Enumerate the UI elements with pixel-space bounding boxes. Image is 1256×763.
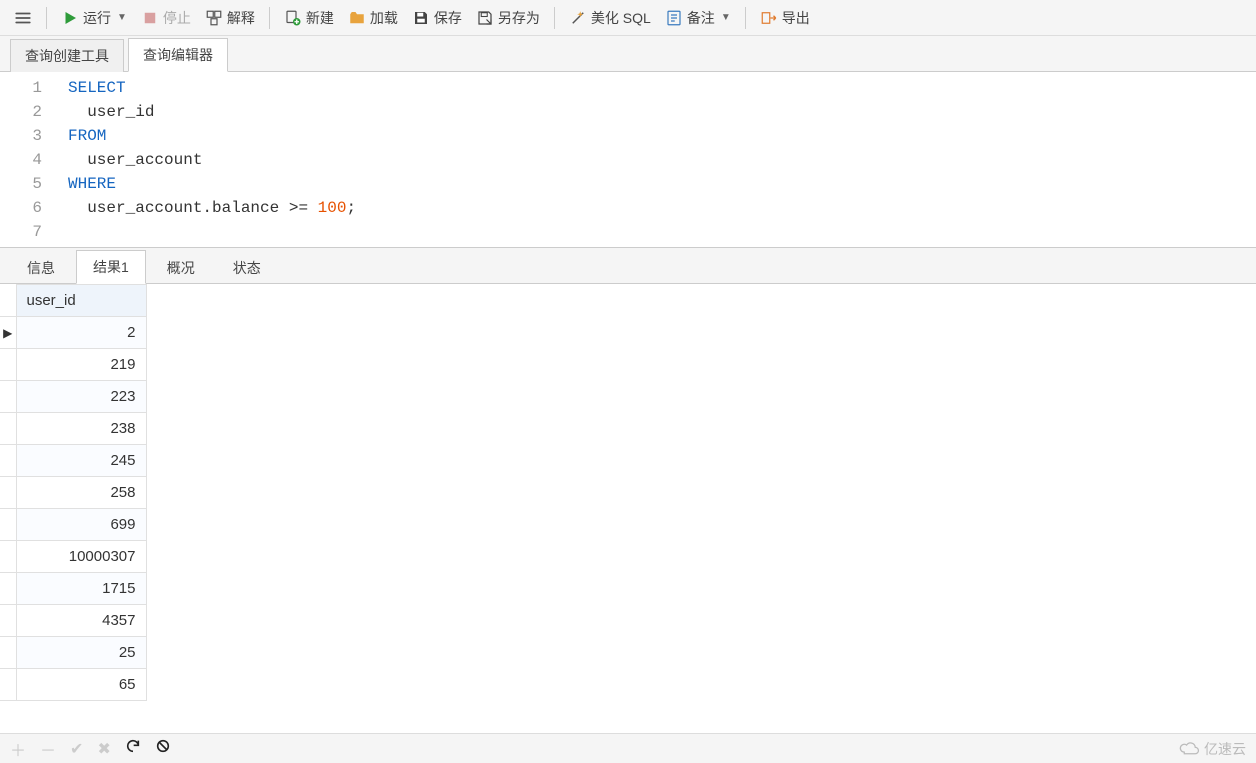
cell[interactable]: 1715 [16, 573, 146, 605]
row-indicator: ▶ [0, 317, 16, 349]
save-as-button[interactable]: 另存为 [470, 5, 546, 31]
stop-icon [141, 9, 159, 27]
run-button[interactable]: 运行 ▼ [55, 5, 133, 31]
cell[interactable]: 2 [16, 317, 146, 349]
cell[interactable]: 258 [16, 477, 146, 509]
delete-row-button: － [40, 737, 56, 761]
separator [46, 7, 47, 29]
notes-label: 备注 [687, 8, 715, 28]
sql-editor[interactable]: 1234567 SELECT user_id FROM user_account… [0, 72, 1256, 248]
result-tabs: 信息 结果1 概况 状态 [0, 248, 1256, 284]
separator [745, 7, 746, 29]
save-as-icon [476, 9, 494, 27]
dropdown-caret-icon: ▼ [721, 12, 731, 23]
row-indicator [0, 541, 16, 573]
table-row[interactable]: 258 [0, 477, 146, 509]
stop-label: 停止 [163, 8, 191, 28]
save-button[interactable]: 保存 [406, 5, 468, 31]
cell[interactable]: 10000307 [16, 541, 146, 573]
beautify-label: 美化 SQL [591, 8, 651, 28]
cell[interactable]: 4357 [16, 605, 146, 637]
explain-label: 解释 [227, 8, 255, 28]
stop-load-button[interactable] [155, 738, 171, 759]
line-gutter: 1234567 [0, 72, 56, 247]
watermark-text: 亿速云 [1204, 739, 1246, 759]
table-row[interactable]: 245 [0, 445, 146, 477]
folder-open-icon [348, 9, 366, 27]
export-icon [760, 9, 778, 27]
save-as-label: 另存为 [498, 8, 540, 28]
separator [554, 7, 555, 29]
main-toolbar: 运行 ▼ 停止 解释 新建 加载 保存 另存为 [0, 0, 1256, 36]
row-indicator [0, 349, 16, 381]
add-row-button: ＋ [10, 737, 26, 761]
menu-button[interactable] [8, 6, 38, 30]
table-row[interactable]: ▶2 [0, 317, 146, 349]
new-button[interactable]: 新建 [278, 5, 340, 31]
cell[interactable]: 223 [16, 381, 146, 413]
watermark: 亿速云 [1178, 739, 1246, 759]
row-indicator [0, 477, 16, 509]
wand-icon [569, 9, 587, 27]
cancel-edit-button: ✖ [97, 739, 110, 759]
row-indicator [0, 605, 16, 637]
row-indicator [0, 509, 16, 541]
table-row[interactable]: 699 [0, 509, 146, 541]
table-row[interactable]: 223 [0, 381, 146, 413]
row-indicator [0, 381, 16, 413]
notes-icon [665, 9, 683, 27]
run-label: 运行 [83, 8, 111, 28]
tab-result1[interactable]: 结果1 [76, 250, 146, 284]
new-query-icon [284, 9, 302, 27]
beautify-button[interactable]: 美化 SQL [563, 5, 657, 31]
tab-info[interactable]: 信息 [10, 251, 72, 284]
explain-button[interactable]: 解释 [199, 5, 261, 31]
table-row[interactable]: 1715 [0, 573, 146, 605]
save-icon [412, 9, 430, 27]
apply-button: ✔ [70, 739, 83, 759]
separator [269, 7, 270, 29]
table-row[interactable]: 4357 [0, 605, 146, 637]
table-row[interactable]: 10000307 [0, 541, 146, 573]
stop-button: 停止 [135, 5, 197, 31]
table-row[interactable]: 238 [0, 413, 146, 445]
result-grid[interactable]: user_id▶22192232382452586991000030717154… [0, 284, 147, 701]
explain-icon [205, 9, 223, 27]
cell[interactable]: 25 [16, 637, 146, 669]
row-indicator [0, 669, 16, 701]
save-label: 保存 [434, 8, 462, 28]
row-indicator [0, 573, 16, 605]
sql-code[interactable]: SELECT user_id FROM user_account WHERE u… [56, 72, 356, 247]
cell[interactable]: 219 [16, 349, 146, 381]
new-label: 新建 [306, 8, 334, 28]
query-mode-tabs: 查询创建工具 查询编辑器 [0, 36, 1256, 72]
table-row[interactable]: 219 [0, 349, 146, 381]
load-label: 加载 [370, 8, 398, 28]
table-row[interactable]: 65 [0, 669, 146, 701]
row-indicator [0, 413, 16, 445]
cell[interactable]: 65 [16, 669, 146, 701]
cell[interactable]: 699 [16, 509, 146, 541]
notes-button[interactable]: 备注 ▼ [659, 5, 737, 31]
cell[interactable]: 238 [16, 413, 146, 445]
export-button[interactable]: 导出 [754, 5, 816, 31]
refresh-button[interactable] [125, 738, 141, 759]
row-indicator [0, 445, 16, 477]
column-header[interactable]: user_id [16, 285, 146, 317]
export-label: 导出 [782, 8, 810, 28]
grid-footer-toolbar: ＋ － ✔ ✖ 亿速云 [0, 733, 1256, 763]
play-icon [61, 9, 79, 27]
cell[interactable]: 245 [16, 445, 146, 477]
load-button[interactable]: 加载 [342, 5, 404, 31]
table-row[interactable]: 25 [0, 637, 146, 669]
dropdown-caret-icon: ▼ [117, 12, 127, 23]
hamburger-icon [14, 9, 32, 27]
row-indicator [0, 637, 16, 669]
result-grid-container[interactable]: user_id▶22192232382452586991000030717154… [0, 284, 1256, 732]
tab-query-editor[interactable]: 查询编辑器 [128, 38, 228, 72]
tab-profile[interactable]: 概况 [150, 251, 212, 284]
tab-status[interactable]: 状态 [216, 251, 278, 284]
tab-query-builder[interactable]: 查询创建工具 [10, 39, 124, 72]
